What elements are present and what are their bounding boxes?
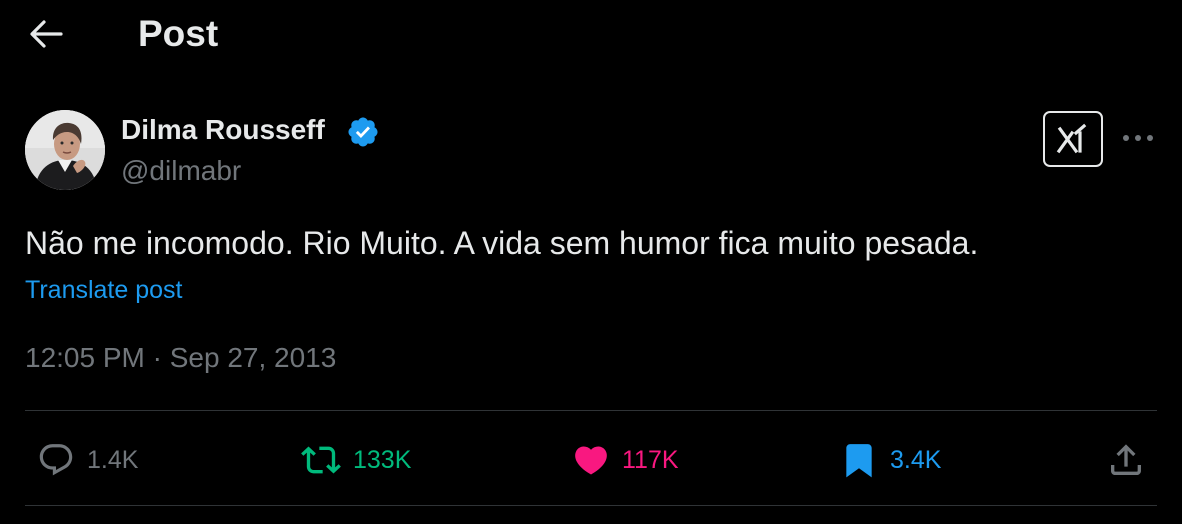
bookmark-icon (846, 444, 872, 478)
repost-button[interactable]: 133K (301, 436, 411, 484)
reply-button[interactable]: 1.4K (37, 436, 138, 484)
header-bar: Post (0, 0, 1182, 70)
translate-post-link[interactable]: Translate post (25, 274, 182, 306)
arrow-left-icon (30, 20, 63, 48)
post-timestamp[interactable]: 12:05 PM · Sep 27, 2013 (25, 341, 336, 375)
page-title: Post (138, 13, 219, 54)
divider-bottom (25, 505, 1157, 506)
author-display-name[interactable]: Dilma Rousseff (121, 113, 325, 147)
grok-icon (1056, 123, 1087, 154)
share-icon (1111, 444, 1141, 475)
reply-count: 1.4K (87, 446, 139, 474)
reply-icon (39, 444, 73, 476)
repost-icon (301, 446, 341, 474)
divider-top (25, 410, 1157, 411)
avatar-photo (25, 110, 105, 190)
bookmark-count: 3.4K (890, 446, 942, 474)
avatar[interactable] (25, 110, 105, 190)
post-text: Não me incomodo. Rio Muito. A vida sem h… (25, 225, 979, 261)
bookmark-button[interactable]: 3.4K (840, 436, 941, 484)
repost-count: 133K (353, 446, 412, 474)
heart-icon (575, 446, 607, 475)
like-button[interactable]: 117K (572, 436, 679, 484)
back-button[interactable] (26, 14, 66, 54)
verified-badge-icon[interactable] (346, 115, 380, 149)
like-count: 117K (622, 446, 679, 474)
share-button[interactable] (1106, 436, 1146, 484)
author-handle[interactable]: @dilmabr (121, 154, 241, 188)
grok-button[interactable] (1043, 111, 1103, 167)
more-horizontal-icon (1123, 135, 1153, 141)
more-options-button[interactable] (1118, 120, 1158, 156)
